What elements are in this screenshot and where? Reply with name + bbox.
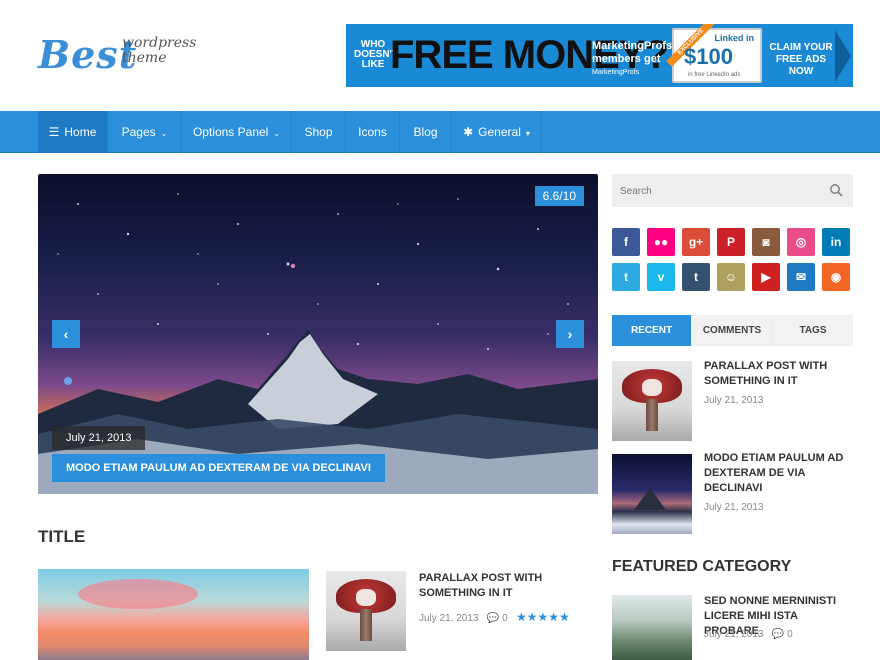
featured-slider[interactable]: 6.6/10 ‹ › July 21, 2013 MODO ETIAM PAUL… xyxy=(38,174,598,494)
mushroom-face xyxy=(355,588,377,607)
nav-item-general[interactable]: ✱ General ▾ xyxy=(452,111,542,153)
ad-banner[interactable]: WHO DOESN'T LIKE FREE MONEY? MarketingPr… xyxy=(346,24,853,87)
recent-thumbnail[interactable] xyxy=(612,454,692,534)
chevron-down-icon: ⌄ xyxy=(160,129,168,138)
flickr-icon[interactable]: ●● xyxy=(647,228,675,256)
nav-item-label: Pages xyxy=(121,125,156,139)
comment-count[interactable]: 0 xyxy=(502,613,508,624)
featured-category-title: FEATURED CATEGORY xyxy=(612,558,792,575)
rating-badge: 6.6/10 xyxy=(534,186,584,206)
slide-title-link[interactable]: MODO ETIAM PAULUM AD DEXTERAM DE VIA DEC… xyxy=(52,454,385,482)
github-icon[interactable]: ☺ xyxy=(717,263,745,291)
google-plus-icon[interactable]: g+ xyxy=(682,228,710,256)
recent-thumbnail[interactable] xyxy=(612,361,692,441)
search-input[interactable] xyxy=(620,182,820,200)
featured-post-meta: July 21, 2013 💬 0 xyxy=(704,629,793,640)
sidebar-tabs: RECENT COMMENTS TAGS xyxy=(612,315,853,346)
slider-next-button[interactable]: › xyxy=(556,320,584,348)
caret-down-icon: ▾ xyxy=(525,129,530,138)
banner-mp-brand: MarketingProfs xyxy=(592,69,640,76)
mushroom-image xyxy=(326,571,406,651)
facebook-icon[interactable]: f xyxy=(612,228,640,256)
post-thumbnail[interactable] xyxy=(326,571,406,651)
nav-item-label: Icons xyxy=(358,125,387,139)
mushroom-face xyxy=(641,378,663,397)
dribbble-icon[interactable]: ◎ xyxy=(787,228,815,256)
comment-icon: 💬 xyxy=(486,613,500,624)
vimeo-icon[interactable]: v xyxy=(647,263,675,291)
nav-item-icons[interactable]: Icons xyxy=(346,111,400,153)
banner-card-amount: $100 xyxy=(684,44,733,69)
main-nav: ☰ Home Pages ⌄ Options Panel ⌄ Shop Icons B… xyxy=(0,111,880,153)
banner-card-brand: Linked in xyxy=(714,33,754,43)
comment-count[interactable]: 0 xyxy=(787,629,793,640)
featured-post-date: July 21, 2013 xyxy=(704,629,764,640)
tab-tags[interactable]: TAGS xyxy=(773,315,853,346)
banner-claim-text: CLAIM YOUR FREE ADS NOW xyxy=(769,42,833,77)
slide-date: July 21, 2013 xyxy=(52,426,146,450)
tumblr-icon[interactable]: t xyxy=(682,263,710,291)
night-mountain-image xyxy=(612,454,692,534)
twitter-icon[interactable]: t xyxy=(612,263,640,291)
chevron-down-icon: ⌄ xyxy=(273,129,281,138)
asterisk-icon: ✱ xyxy=(463,125,474,139)
thumbnail-cloud xyxy=(78,579,198,609)
recent-post-date: July 21, 2013 xyxy=(704,395,764,406)
nav-item-home[interactable]: ☰ Home xyxy=(38,111,108,153)
youtube-icon[interactable]: ▶ xyxy=(752,263,780,291)
email-icon[interactable]: ✉ xyxy=(787,263,815,291)
mushroom-stem xyxy=(645,399,659,432)
logo-tagline: wordpress theme xyxy=(122,35,197,66)
comment-icon: 💬 xyxy=(771,629,785,640)
nav-item-label: Blog xyxy=(413,125,438,139)
nav-item-blog[interactable]: Blog xyxy=(400,111,452,153)
post-title-link[interactable]: PARALLAX POST WITH SOMETHING IN IT xyxy=(419,571,569,601)
nav-item-label: Shop xyxy=(304,125,333,139)
search-icon[interactable] xyxy=(829,183,843,197)
banner-arrow-icon xyxy=(835,30,851,82)
post-meta: July 21, 2013 💬 0 ★★★★★ xyxy=(419,610,570,624)
rss-icon[interactable]: ◉ xyxy=(822,263,850,291)
post-date: July 21, 2013 xyxy=(419,613,479,624)
nav-item-pages[interactable]: Pages ⌄ xyxy=(108,111,182,153)
section-title: TITLE xyxy=(38,527,86,546)
karst-landscape-image xyxy=(612,595,692,660)
banner-card-small: in free LinkedIn ads xyxy=(688,72,741,78)
banner-card: EXCLUSIVE Linked in $100 in free LinkedI… xyxy=(666,24,762,83)
header: Best wordpress theme WHO DOESN'T LIKE FR… xyxy=(0,0,880,111)
nav-item-shop[interactable]: Shop xyxy=(292,111,346,153)
featured-thumbnail[interactable] xyxy=(612,595,692,660)
nav-item-label: Home xyxy=(64,125,97,139)
mountain-peak xyxy=(634,487,667,510)
banner-who-text: WHO DOESN'T LIKE xyxy=(354,39,399,70)
post-thumbnail-large[interactable] xyxy=(38,569,309,660)
linkedin-icon[interactable]: in xyxy=(822,228,850,256)
nav-item-options-panel[interactable]: Options Panel ⌄ xyxy=(182,111,292,153)
nav-item-label: Options Panel xyxy=(192,125,269,139)
rating-stars: ★★★★★ xyxy=(515,610,570,624)
bars-icon: ☰ xyxy=(48,125,60,139)
pinterest-icon[interactable]: P xyxy=(717,228,745,256)
mushroom-stem xyxy=(359,609,373,642)
tab-comments[interactable]: COMMENTS xyxy=(692,315,772,346)
recent-post-date: July 21, 2013 xyxy=(704,502,764,513)
mushroom-image xyxy=(612,361,692,441)
nav-item-label: General xyxy=(478,125,521,139)
banner-mp-text: MarketingProfs members get xyxy=(592,40,673,65)
recent-post-title[interactable]: MODO ETIAM PAULUM AD DEXTERAM DE VIA DEC… xyxy=(704,451,849,496)
search-box xyxy=(612,174,853,207)
tab-recent[interactable]: RECENT xyxy=(612,315,691,346)
slider-prev-button[interactable]: ‹ xyxy=(52,320,80,348)
recent-post-title[interactable]: PARALLAX POST WITH SOMETHING IN IT xyxy=(704,359,844,389)
instagram-icon[interactable]: ◙ xyxy=(752,228,780,256)
